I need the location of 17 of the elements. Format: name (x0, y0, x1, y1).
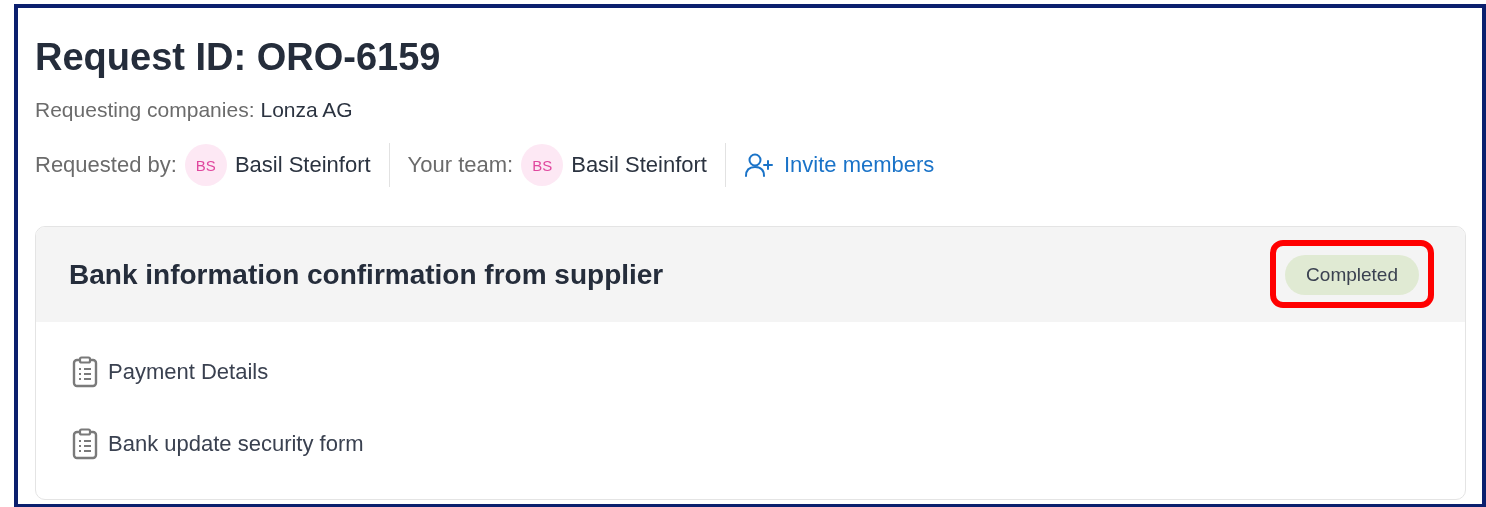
invite-members-link[interactable]: Invite members (743, 152, 935, 178)
companies-label: Requesting companies: (35, 97, 255, 123)
request-title: Request ID: ORO-6159 (35, 35, 442, 80)
companies-value: Lonza AG (260, 97, 353, 123)
status-badge: Completed (1285, 254, 1419, 295)
form-link[interactable]: Bank update security form (108, 431, 364, 457)
clipboard-icon (72, 428, 98, 460)
person-label: Requested by: (35, 152, 177, 178)
avatar: BS (521, 144, 564, 186)
person-label: Your team: (407, 152, 514, 178)
task-title: Bank information confirmation from supplier (69, 258, 664, 291)
add-user-icon (743, 152, 774, 178)
clipboard-icon (72, 356, 98, 388)
form-link[interactable]: Payment Details (108, 359, 269, 385)
person-name: Basil Steinfort (234, 152, 371, 178)
person-name: Basil Steinfort (571, 152, 707, 178)
avatar: BS (184, 144, 227, 186)
